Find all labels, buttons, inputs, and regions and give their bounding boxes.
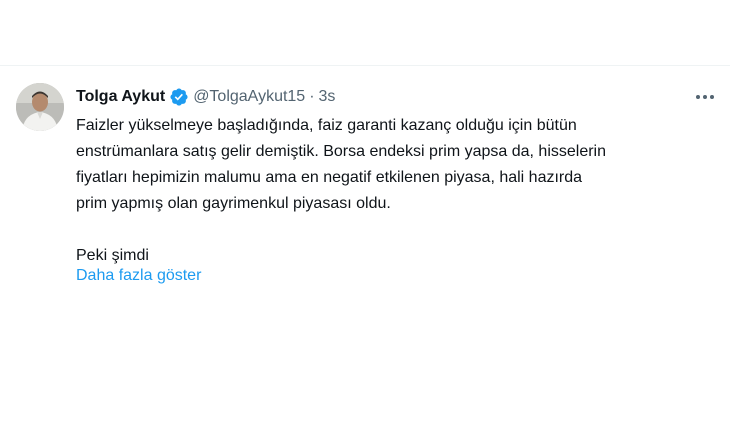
tweet-header: Tolga Aykut @TolgaAykut15 · 3s [76,86,335,108]
avatar[interactable] [16,83,64,131]
more-horizontal-icon [696,95,714,99]
tweet-text: Faizler yükselmeye başladığında, faiz ga… [76,117,607,264]
timestamp[interactable]: 3s [319,88,336,106]
avatar-photo [16,83,64,131]
more-options-button[interactable] [694,87,716,107]
tweet-card[interactable]: Tolga Aykut @TolgaAykut15 · 3s Faizler y… [0,65,730,421]
separator-dot: · [309,88,315,105]
show-more-link[interactable]: Daha fazla göster [76,264,201,288]
verified-badge-icon [169,87,189,107]
display-name[interactable]: Tolga Aykut [76,88,165,106]
user-handle[interactable]: @TolgaAykut15 [193,88,305,106]
